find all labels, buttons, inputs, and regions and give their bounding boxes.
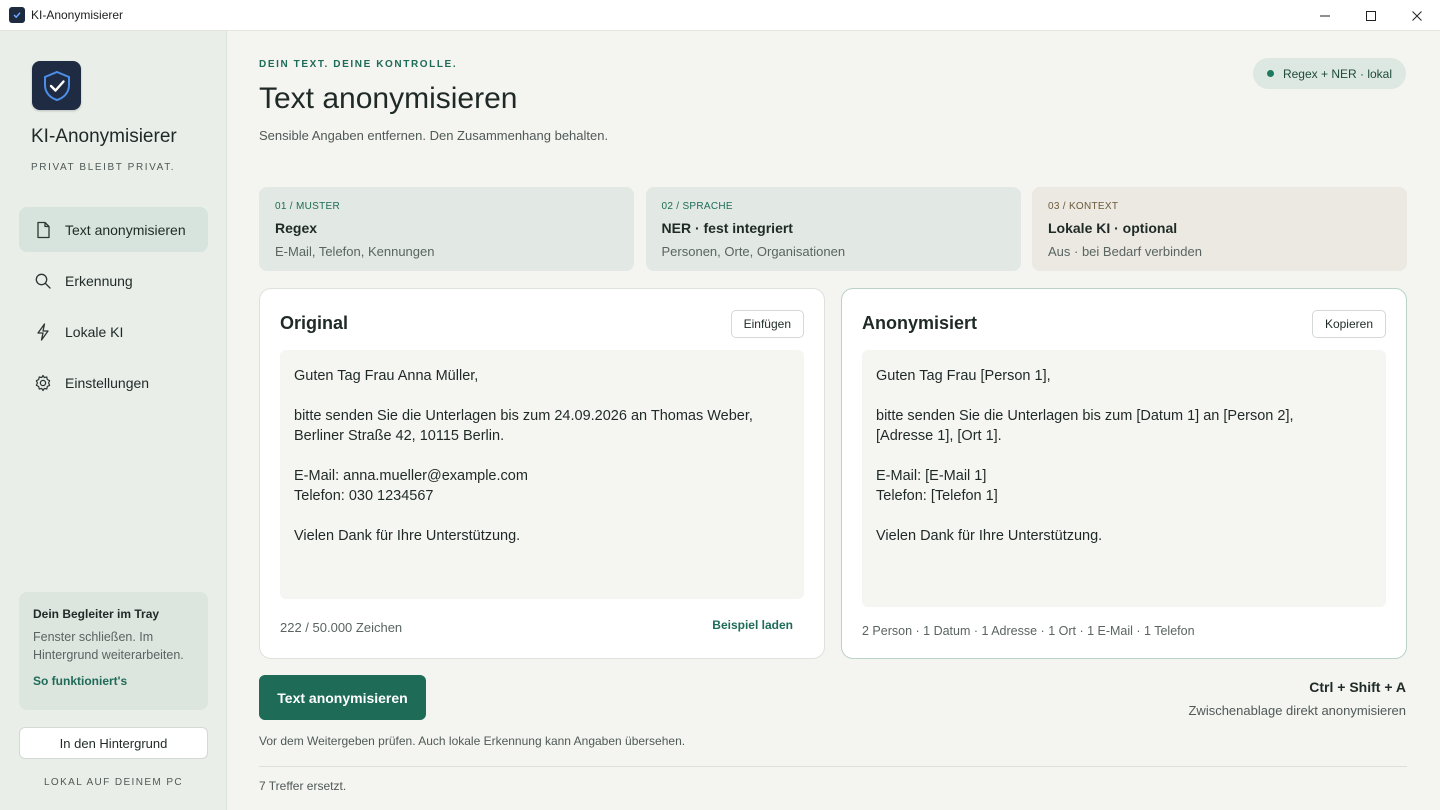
document-icon [34, 221, 52, 239]
review-warning: Vor dem Weitergeben prüfen. Auch lokale … [259, 734, 686, 748]
tray-title: Dein Begleiter im Tray [33, 607, 160, 621]
stage-desc: E-Mail, Telefon, Kennungen [275, 244, 435, 259]
tray-text: Fenster schließen. Im Hintergrund weiter… [33, 630, 184, 662]
stage-card-regex: 01 / MUSTER Regex E-Mail, Telefon, Kennu… [259, 187, 634, 271]
background-button[interactable]: In den Hintergrund [19, 727, 208, 759]
stage-step: 03 / KONTEXT [1048, 201, 1119, 212]
title-bar: KI-Anonymisierer [0, 0, 1440, 31]
page-subtitle: Sensible Angaben entfernen. Den Zusammen… [259, 128, 609, 143]
status-text: Regex + NER · lokal [1282, 66, 1392, 81]
maximize-icon[interactable] [1348, 0, 1394, 31]
divider [259, 766, 1407, 767]
stage-desc: Personen, Orte, Organisationen [661, 244, 846, 259]
stage-title: Lokale KI · optional [1048, 220, 1178, 236]
sidebar-item-einstellungen[interactable]: Einstellungen [19, 360, 208, 405]
close-icon[interactable] [1394, 0, 1440, 31]
gear-icon [34, 374, 52, 392]
status-badge: Regex + NER · lokal [1252, 58, 1406, 89]
sidebar-item-lokale-ki[interactable]: Lokale KI [19, 309, 208, 354]
app-icon [9, 7, 25, 23]
sidebar-item-label: Einstellungen [65, 374, 150, 391]
eyebrow: DEIN TEXT. DEINE KONTROLLE. [259, 59, 458, 70]
sidebar-item-label: Erkennung [65, 272, 133, 289]
shortcut-keys: Ctrl + Shift + A [1309, 679, 1406, 695]
stage-card-ner: 02 / SPRACHE NER · fest integriert Perso… [645, 187, 1021, 271]
tray-info-card: Dein Begleiter im Tray Fenster schließen… [19, 592, 208, 710]
original-panel: Original Einfügen Guten Tag Frau Anna Mü… [259, 288, 825, 659]
stage-title: Regex [275, 220, 318, 236]
character-count: 222 / 50.000 Zeichen [280, 620, 403, 635]
anonymized-text-output[interactable]: Guten Tag Frau [Person 1], bitte senden … [862, 350, 1386, 607]
anonymized-panel: Anonymisiert Kopieren Guten Tag Frau [Pe… [841, 288, 1407, 659]
minimize-icon[interactable] [1302, 0, 1348, 31]
sidebar-item-label: Lokale KI [65, 323, 124, 340]
entity-summary: 2 Person · 1 Datum · 1 Adresse · 1 Ort ·… [862, 624, 1195, 638]
load-example-link[interactable]: Beispiel laden [712, 618, 793, 632]
window-title: KI-Anonymisierer [31, 8, 124, 22]
search-icon [34, 272, 52, 290]
stage-card-local-ai[interactable]: 03 / KONTEXT Lokale KI · optional Aus · … [1032, 187, 1407, 271]
status-dot-icon [1266, 70, 1274, 77]
stage-step: 02 / SPRACHE [661, 201, 733, 212]
detection-stages: 01 / MUSTER Regex E-Mail, Telefon, Kennu… [259, 187, 1407, 271]
stage-desc: Aus · bei Bedarf verbinden [1048, 244, 1202, 259]
sidebar-item-text-anonymisieren[interactable]: Text anonymisieren [19, 207, 208, 252]
brand-tagline: PRIVAT BLEIBT PRIVAT. [31, 162, 176, 173]
stage-step: 01 / MUSTER [275, 201, 340, 212]
brand-name: KI-Anonymisierer [31, 126, 177, 147]
sidebar-item-erkennung[interactable]: Erkennung [19, 258, 208, 303]
anonymized-title: Anonymisiert [862, 313, 978, 333]
shield-check-logo-icon [32, 61, 81, 110]
sidebar: KI-Anonymisierer PRIVAT BLEIBT PRIVAT. T… [0, 31, 227, 810]
lightning-icon [34, 322, 52, 341]
original-text-input[interactable]: Guten Tag Frau Anna Müller, bitte senden… [280, 350, 804, 599]
local-note: LOKAL AUF DEINEM PC [43, 777, 184, 788]
sidebar-nav: Text anonymisieren Erkennung Lokale KI E… [19, 207, 208, 411]
sidebar-item-label: Text anonymisieren [65, 221, 186, 238]
anonymize-button[interactable]: Text anonymisieren [259, 675, 426, 720]
original-title: Original [280, 313, 349, 333]
tray-help-link[interactable]: So funktioniert's [33, 674, 194, 688]
page-title: Text anonymisieren [259, 82, 518, 115]
copy-button[interactable]: Kopieren [1311, 310, 1386, 338]
paste-button[interactable]: Einfügen [730, 310, 804, 338]
shortcut-description: Zwischenablage direkt anonymisieren [1188, 703, 1406, 718]
status-line: 7 Treffer ersetzt. [259, 779, 347, 793]
stage-title: NER · fest integriert [661, 220, 793, 236]
